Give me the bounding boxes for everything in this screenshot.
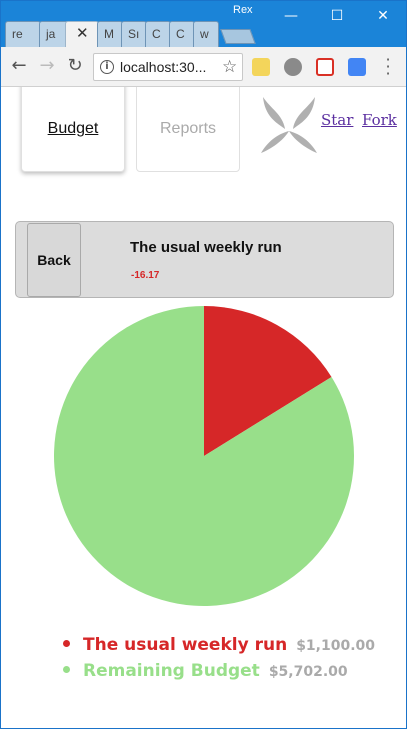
chart-legend: The usual weekly run $1,100.00 Remaining …	[63, 635, 375, 687]
nav-reports-button[interactable]: Reports	[136, 87, 240, 172]
minimize-icon[interactable]: —	[268, 1, 314, 31]
fork-link[interactable]: Fork	[362, 111, 397, 129]
tab-label: Sı	[128, 27, 140, 41]
back-arrow-icon[interactable]: ←	[8, 55, 30, 77]
url-text: localhost:30...	[120, 59, 207, 75]
tab-7[interactable]: C	[169, 21, 195, 47]
tab-label: C	[176, 27, 185, 41]
browser-menu-icon[interactable]: · · ·	[383, 52, 393, 82]
tab-label: M	[104, 27, 114, 41]
tab-8[interactable]: w	[193, 21, 219, 47]
site-info-icon[interactable]: i	[100, 60, 114, 74]
nav-budget-button[interactable]: Budget	[21, 87, 125, 172]
extension-gear-icon[interactable]	[284, 58, 302, 76]
profile-name[interactable]: Rex	[233, 4, 253, 16]
tab-label: C	[152, 27, 161, 41]
budget-header: Back The usual weekly run -16.17	[15, 221, 394, 298]
tab-1[interactable]: re	[5, 21, 41, 47]
legend-value-remaining: $5,702.00	[268, 664, 348, 680]
extension-notes-icon[interactable]	[252, 58, 270, 76]
gmail-extension-icon[interactable]	[316, 58, 334, 76]
back-button[interactable]: Back	[27, 223, 81, 297]
new-tab-button[interactable]	[220, 29, 256, 44]
bookmark-star-icon[interactable]: ☆	[222, 57, 237, 77]
tab-4[interactable]: M	[97, 21, 123, 47]
legend-item-spent: The usual weekly run $1,100.00	[63, 635, 375, 661]
budget-pie-chart	[54, 306, 355, 606]
app-page: Budget Reports Star Fork Back The usual …	[1, 87, 406, 728]
close-tab-icon[interactable]: ✕	[76, 22, 89, 46]
legend-marker-remaining	[63, 666, 70, 673]
reload-icon[interactable]: ↻	[64, 55, 86, 77]
legend-label-spent: The usual weekly run	[83, 635, 288, 655]
browser-toolbar: ← → ↻ i localhost:30... ☆ · · ·	[1, 47, 406, 87]
star-link[interactable]: Star	[321, 111, 353, 129]
maximize-icon[interactable]: ☐	[314, 1, 360, 31]
budget-balance: -16.17	[131, 270, 160, 281]
tab-label: w	[200, 27, 209, 41]
legend-marker-spent	[63, 640, 70, 647]
tab-6[interactable]: C	[145, 21, 171, 47]
forward-arrow-icon[interactable]: →	[36, 55, 58, 77]
address-bar[interactable]: i localhost:30... ☆	[93, 53, 243, 81]
legend-item-remaining: Remaining Budget $5,702.00	[63, 661, 375, 687]
legend-label-remaining: Remaining Budget	[83, 661, 260, 681]
tab-label: ja	[46, 27, 56, 41]
tab-active[interactable]: ✕	[65, 21, 99, 47]
close-window-icon[interactable]: ✕	[360, 1, 406, 31]
browser-window: re ja ✕ M Sı C C w Rex — ☐ ✕ ← → ↻ i loc…	[0, 0, 407, 729]
translate-extension-icon[interactable]	[348, 58, 366, 76]
budget-title: The usual weekly run	[130, 239, 282, 256]
tab-label: re	[12, 27, 23, 41]
app-logo-icon	[261, 97, 317, 153]
legend-value-spent: $1,100.00	[296, 638, 376, 654]
tab-5[interactable]: Sı	[121, 21, 147, 47]
title-bar: re ja ✕ M Sı C C w Rex — ☐ ✕	[1, 1, 406, 47]
